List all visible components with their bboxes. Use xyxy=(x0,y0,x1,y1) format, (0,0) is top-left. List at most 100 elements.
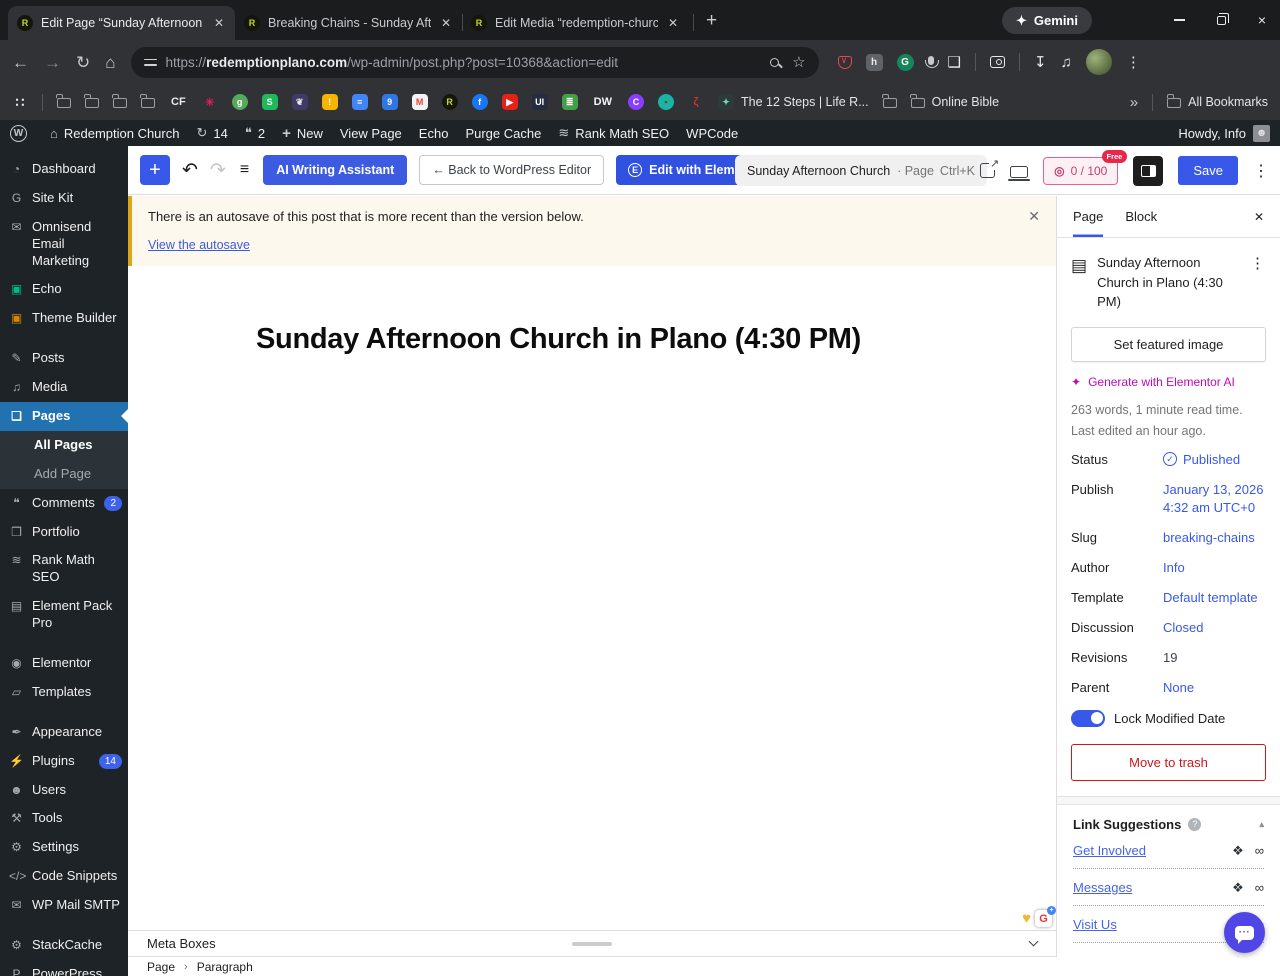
redo-icon[interactable]: ↷ xyxy=(210,159,226,182)
preview-device-icon[interactable] xyxy=(1008,165,1031,181)
bookmark-item[interactable] xyxy=(112,94,127,108)
admin-bar-item[interactable]: ❝ 2 xyxy=(245,125,265,141)
browser-menu-icon[interactable]: ⋮ xyxy=(1126,55,1141,70)
breadcrumb-current[interactable]: Paragraph xyxy=(197,960,253,974)
close-sidebar-icon[interactable]: ✕ xyxy=(1254,210,1264,224)
suggestion-link[interactable]: Messages xyxy=(1073,880,1132,895)
ai-writing-assistant-button[interactable]: AI Writing Assistant xyxy=(263,155,408,185)
close-window-icon[interactable]: × xyxy=(1258,12,1266,28)
doc-actions-icon[interactable]: ⋮ xyxy=(1250,253,1266,312)
lock-modified-date-toggle[interactable] xyxy=(1071,709,1105,727)
admin-bar-item[interactable]: ↻ 14 xyxy=(196,125,227,141)
address-bar[interactable]: https://redemptionplano.com/wp-admin/pos… xyxy=(130,46,819,78)
sidebar-menu-item[interactable]: ◔ Dashboard xyxy=(0,155,128,184)
bookmark-item[interactable]: g xyxy=(231,94,248,110)
browser-tab[interactable]: R Breaking Chains - Sunday After ✕ xyxy=(235,6,462,40)
field-value[interactable]: Info xyxy=(1163,560,1185,575)
reaction-emoji-icon[interactable]: ♥ xyxy=(1022,910,1031,927)
sidebar-menu-item[interactable]: ▤ Element Pack Pro xyxy=(0,592,128,638)
bookmark-item[interactable]: S xyxy=(261,94,278,110)
sidebar-menu-item[interactable]: ✎ Posts xyxy=(0,344,128,373)
admin-bar-item[interactable]: ≋ Rank Math SEO xyxy=(558,125,669,141)
sidebar-menu-item[interactable]: ▣ Echo xyxy=(0,275,128,304)
admin-bar-item[interactable]: W xyxy=(10,124,33,142)
sidebar-menu-item[interactable]: Add Page xyxy=(0,459,128,489)
sidebar-menu-item[interactable]: ♫ Media xyxy=(0,373,128,402)
meta-boxes-bar[interactable]: Meta Boxes xyxy=(128,930,1056,957)
field-value[interactable]: None xyxy=(1163,680,1194,695)
insert-link-icon[interactable]: ∞ xyxy=(1255,954,1264,958)
document-overview-icon[interactable]: ≡ xyxy=(240,161,249,179)
tab-block[interactable]: Block xyxy=(1125,196,1157,237)
browser-tab[interactable]: R Edit Page “Sunday Afternoon C ✕ xyxy=(8,6,235,40)
move-to-trash-button[interactable]: Move to trash xyxy=(1071,743,1266,781)
resize-handle[interactable] xyxy=(572,942,612,946)
bookmark-item[interactable]: ∷ xyxy=(12,94,28,110)
sidebar-menu-item[interactable]: ☻ Users xyxy=(0,776,128,805)
admin-bar-item[interactable]: View Page xyxy=(340,126,402,141)
sidebar-menu-item[interactable]: </> Code Snippets xyxy=(0,862,128,891)
bookmark-item[interactable]: ✳ xyxy=(202,94,218,110)
dismiss-notice-icon[interactable]: ✕ xyxy=(1028,208,1040,225)
site-settings-icon[interactable] xyxy=(143,56,157,68)
bookmark-item[interactable] xyxy=(1152,93,1154,111)
bookmark-item[interactable]: Online Bible xyxy=(910,94,999,109)
rank-math-score-badge[interactable]: ◎ 0 / 100 Free xyxy=(1043,149,1128,185)
admin-bar-item[interactable]: + New xyxy=(282,125,323,142)
sidebar-menu-item[interactable]: ❒ Portfolio xyxy=(0,518,128,547)
view-page-external-icon[interactable] xyxy=(980,157,1000,178)
admin-bar-item[interactable]: WPCode xyxy=(686,126,738,141)
bookmark-item[interactable]: » xyxy=(1130,94,1138,111)
chevron-down-icon[interactable] xyxy=(1028,936,1039,947)
help-icon[interactable]: ? xyxy=(1188,817,1202,831)
copy-tag-icon[interactable]: ❖ xyxy=(1232,880,1244,896)
tab-close-icon[interactable]: ✕ xyxy=(439,16,453,30)
command-palette[interactable]: Sunday Afternoon Church i... · Page Ctrl… xyxy=(735,155,987,186)
bookmark-item[interactable]: UI xyxy=(531,94,548,110)
extension-badge-icon[interactable]: G xyxy=(1035,906,1056,927)
sidebar-menu-item[interactable]: ⚡ Plugins 14 xyxy=(0,747,128,776)
breadcrumb-root[interactable]: Page xyxy=(147,960,175,974)
sidebar-menu-item[interactable]: ✒ Appearance xyxy=(0,718,128,747)
sidebar-menu-item[interactable]: P PowerPress xyxy=(0,960,128,976)
editor-options-icon[interactable]: ⋮ xyxy=(1253,161,1270,181)
tab-close-icon[interactable]: ✕ xyxy=(666,16,680,30)
set-featured-image-button[interactable]: Set featured image xyxy=(1071,326,1266,362)
zoom-icon[interactable] xyxy=(770,57,780,67)
sidebar-menu-item[interactable]: ✉ Omnisend Email Marketing xyxy=(0,213,128,276)
field-value[interactable]: 19 xyxy=(1163,650,1177,665)
bookmark-item[interactable]: DW xyxy=(592,94,614,110)
field-value[interactable]: breaking-chains xyxy=(1163,530,1255,545)
bookmark-item[interactable]: ≡ xyxy=(351,94,368,110)
sidebar-menu-item[interactable]: All Pages xyxy=(0,430,128,460)
sidebar-menu-item[interactable]: ▱ Templates xyxy=(0,678,128,707)
insert-link-icon[interactable]: ∞ xyxy=(1255,843,1264,859)
admin-bar-item[interactable]: Echo xyxy=(419,126,449,141)
field-value[interactable]: Closed xyxy=(1163,620,1203,635)
new-tab-button[interactable]: + xyxy=(706,10,717,32)
suggestion-link[interactable]: Home xyxy=(1073,954,1108,957)
bookmark-item[interactable]: M xyxy=(411,94,428,110)
sidebar-menu-item[interactable]: ⚙ Settings xyxy=(0,833,128,862)
admin-bar-item[interactable]: ⌂ Redemption Church xyxy=(50,126,179,141)
suggestion-link[interactable]: Visit Us xyxy=(1073,917,1117,932)
sidebar-menu-item[interactable]: ❝ Comments 2 xyxy=(0,489,128,518)
bookmark-item[interactable]: C xyxy=(628,94,644,110)
sidebar-menu-item[interactable]: G Site Kit xyxy=(0,184,128,213)
block-inserter-button[interactable]: + xyxy=(140,155,170,185)
field-value[interactable]: Default template xyxy=(1163,590,1258,605)
media-playlist-icon[interactable]: ♫ xyxy=(1061,55,1072,70)
reload-icon[interactable]: ↻ xyxy=(76,54,90,71)
chat-widget-button[interactable]: ··· xyxy=(1224,912,1265,953)
bookmark-item[interactable]: 9 xyxy=(381,94,398,110)
sidebar-menu-item[interactable]: ⚒ Tools xyxy=(0,804,128,833)
grammarly-extension-icon[interactable]: G xyxy=(896,53,914,71)
sidebar-menu-item[interactable]: ⚙ StackCache xyxy=(0,931,128,960)
tab-page[interactable]: Page xyxy=(1073,196,1103,237)
bookmark-item[interactable]: ❦ xyxy=(291,94,308,110)
bookmark-item[interactable]: ≣ xyxy=(561,94,578,110)
profile-avatar[interactable] xyxy=(1085,49,1112,75)
tab-search-icon[interactable] xyxy=(989,56,1005,68)
bookmark-item[interactable]: All Bookmarks xyxy=(1166,94,1268,109)
admin-bar-item[interactable]: Purge Cache xyxy=(465,126,541,141)
